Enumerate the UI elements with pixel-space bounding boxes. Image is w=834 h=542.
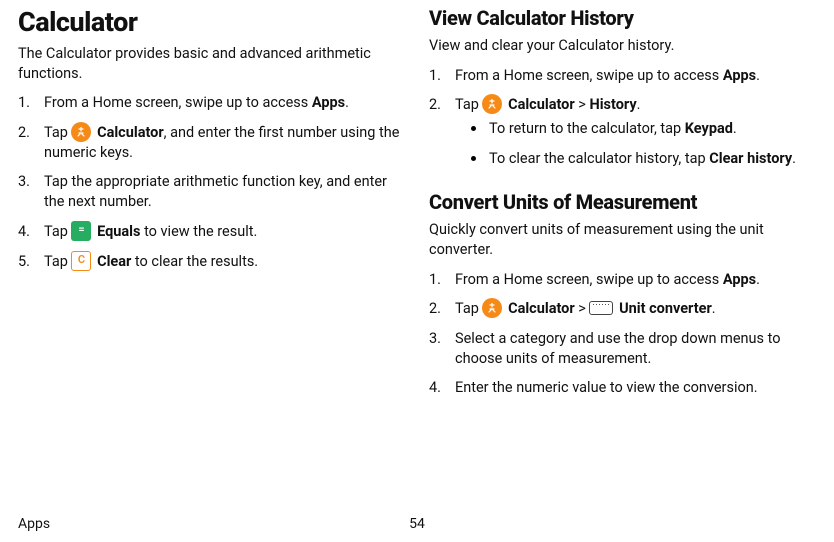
calculator-intro: The Calculator provides basic and advanc… bbox=[18, 44, 405, 83]
footer-section: Apps bbox=[18, 516, 50, 532]
apps-label: Apps bbox=[723, 271, 756, 288]
calculator-icon bbox=[71, 122, 91, 142]
calculator-icon bbox=[482, 298, 502, 318]
unit-converter-label: Unit converter bbox=[619, 300, 712, 317]
step-text: Tap bbox=[44, 124, 71, 141]
step-text: to clear the results. bbox=[131, 253, 258, 270]
apps-label: Apps bbox=[312, 94, 345, 111]
step-text: . bbox=[756, 271, 760, 288]
step-text: From a Home screen, swipe up to access bbox=[44, 94, 312, 111]
step-text: . bbox=[756, 67, 760, 84]
history-bullets: To return to the calculator, tap Keypad.… bbox=[455, 119, 816, 168]
step-text: > bbox=[575, 96, 590, 113]
list-item: From a Home screen, swipe up to access A… bbox=[429, 270, 816, 290]
clear-label: Clear bbox=[97, 253, 131, 270]
list-item: To return to the calculator, tap Keypad. bbox=[471, 119, 816, 139]
list-item: Enter the numeric value to view the conv… bbox=[429, 378, 816, 398]
equals-label: Equals bbox=[97, 223, 140, 240]
calculator-label: Calculator bbox=[508, 96, 575, 113]
page-number: 54 bbox=[409, 516, 425, 532]
step-text: . bbox=[637, 96, 641, 113]
bullet-text: To clear the calculator history, tap bbox=[489, 150, 709, 167]
list-item: Tap Calculator > History. To return to t… bbox=[429, 95, 816, 168]
equals-icon: = bbox=[71, 221, 91, 241]
step-text: to view the result. bbox=[140, 223, 257, 240]
convert-heading: Convert Units of Measurement bbox=[429, 190, 816, 214]
calculator-steps: From a Home screen, swipe up to access A… bbox=[18, 93, 405, 272]
list-item: Tap = Equals to view the result. bbox=[18, 222, 405, 242]
step-text: From a Home screen, swipe up to access bbox=[455, 271, 723, 288]
list-item: From a Home screen, swipe up to access A… bbox=[429, 66, 816, 86]
right-column: View Calculator History View and clear y… bbox=[429, 6, 816, 408]
step-text: Tap bbox=[44, 223, 71, 240]
list-item: Tap the appropriate arithmetic function … bbox=[18, 172, 405, 211]
list-item: To clear the calculator history, tap Cle… bbox=[471, 149, 816, 169]
keypad-label: Keypad bbox=[685, 120, 733, 137]
history-intro: View and clear your Calculator history. bbox=[429, 36, 816, 56]
step-text: Tap bbox=[455, 300, 482, 317]
step-text: Tap bbox=[455, 96, 482, 113]
calculator-label: Calculator bbox=[97, 124, 164, 141]
calculator-icon bbox=[482, 94, 502, 114]
list-item: From a Home screen, swipe up to access A… bbox=[18, 93, 405, 113]
step-text: Tap the appropriate arithmetic function … bbox=[44, 173, 387, 210]
left-column: Calculator The Calculator provides basic… bbox=[18, 6, 405, 408]
step-text: > bbox=[575, 300, 590, 317]
step-text: Tap bbox=[44, 253, 71, 270]
bullet-text: . bbox=[792, 150, 796, 167]
history-label: History bbox=[589, 96, 636, 113]
step-text: . bbox=[345, 94, 349, 111]
clear-history-label: Clear history bbox=[709, 150, 792, 167]
step-text: Select a category and use the drop down … bbox=[455, 330, 780, 367]
convert-intro: Quickly convert units of measurement usi… bbox=[429, 220, 816, 259]
list-item: Tap Calculator > Unit converter. bbox=[429, 299, 816, 319]
history-heading: View Calculator History bbox=[429, 6, 816, 30]
bullet-text: . bbox=[733, 120, 737, 137]
list-item: Select a category and use the drop down … bbox=[429, 329, 816, 368]
convert-steps: From a Home screen, swipe up to access A… bbox=[429, 270, 816, 398]
list-item: Tap Calculator, and enter the first numb… bbox=[18, 123, 405, 163]
page-footer: Apps 54 bbox=[18, 516, 816, 532]
list-item: Tap C Clear to clear the results. bbox=[18, 252, 405, 272]
calculator-label: Calculator bbox=[508, 300, 575, 317]
step-text: Enter the numeric value to view the conv… bbox=[455, 379, 758, 396]
calculator-heading: Calculator bbox=[18, 6, 405, 38]
ruler-icon bbox=[589, 301, 613, 315]
apps-label: Apps bbox=[723, 67, 756, 84]
clear-icon: C bbox=[71, 251, 91, 271]
step-text: From a Home screen, swipe up to access bbox=[455, 67, 723, 84]
history-steps: From a Home screen, swipe up to access A… bbox=[429, 66, 816, 169]
step-text: . bbox=[712, 300, 716, 317]
bullet-text: To return to the calculator, tap bbox=[489, 120, 685, 137]
